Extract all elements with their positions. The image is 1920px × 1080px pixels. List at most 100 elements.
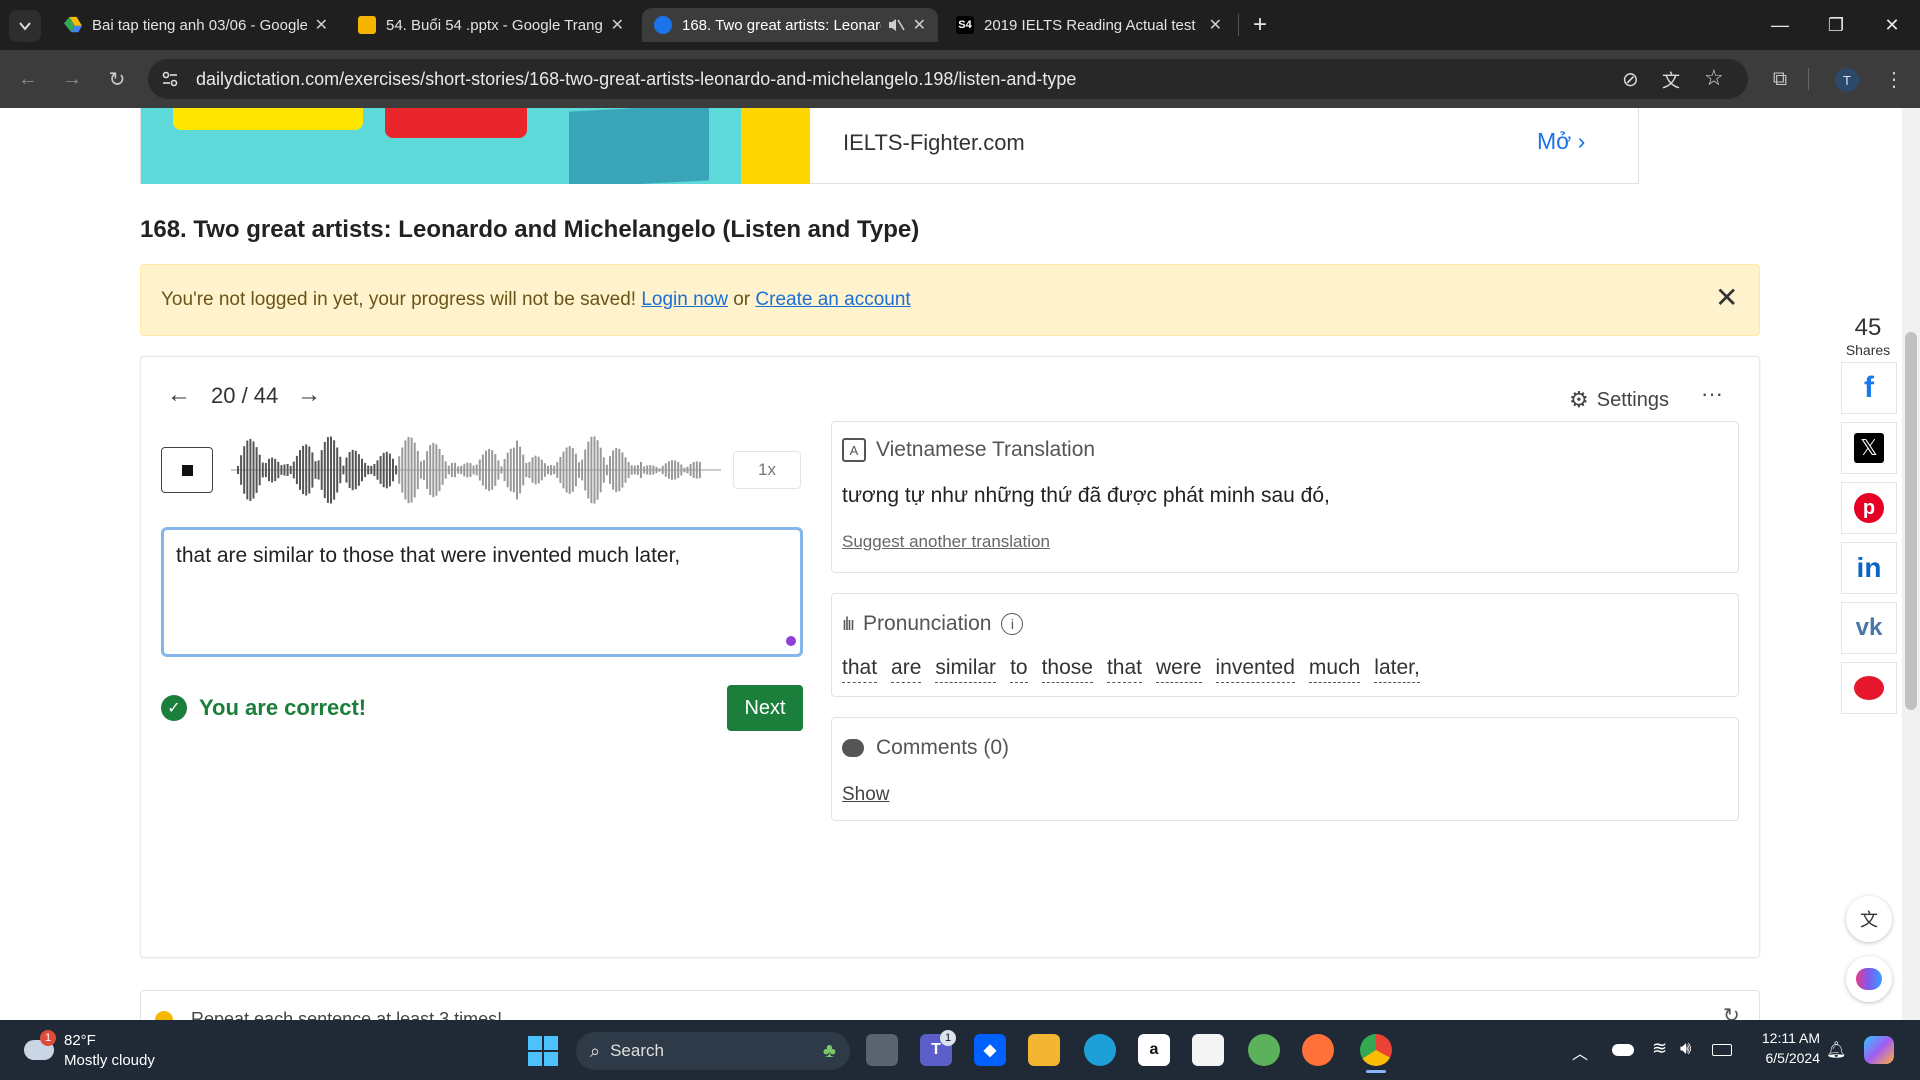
back-arrow-icon[interactable]: ←: [12, 63, 44, 95]
settings-label: Settings: [1596, 388, 1669, 411]
firefox-icon[interactable]: [1302, 1034, 1334, 1066]
minimize-icon[interactable]: —: [1752, 0, 1808, 50]
notification-bell-icon[interactable]: 🔔︎: [1826, 1040, 1846, 1060]
pron-word[interactable]: are: [891, 656, 922, 683]
pron-word[interactable]: those: [1041, 656, 1093, 683]
restore-icon[interactable]: ❐: [1808, 0, 1864, 50]
suggest-translation-link[interactable]: Suggest another translation: [842, 532, 1050, 552]
address-bar[interactable]: dailydictation.com/exercises/short-stori…: [148, 59, 1748, 99]
tab-ielts-reading[interactable]: S4 2019 IELTS Reading Actual test ✕: [944, 8, 1234, 42]
waveform-bar: [512, 447, 515, 493]
file-explorer-icon[interactable]: [1028, 1034, 1060, 1066]
audio-waveform[interactable]: [231, 430, 721, 510]
pron-word[interactable]: that: [1106, 656, 1142, 683]
tab-google-slides[interactable]: 54. Buổi 54 .pptx - Google Trang ✕: [346, 8, 636, 42]
new-tab-button[interactable]: +: [1244, 9, 1276, 41]
tab-google-drive[interactable]: Bai tap tieng anh 03/06 - Google ✕: [52, 8, 340, 42]
more-menu-icon[interactable]: ⋮: [1878, 63, 1910, 95]
ad-open-button[interactable]: Mở ›: [1537, 128, 1585, 155]
close-tab-icon[interactable]: ✕: [913, 15, 926, 35]
amazon-icon[interactable]: a: [1138, 1034, 1170, 1066]
waveform-bar: [491, 450, 494, 490]
linkedin-icon: in: [1856, 552, 1882, 583]
app-green-icon[interactable]: [1248, 1034, 1280, 1066]
dropbox-icon[interactable]: ◆: [974, 1034, 1006, 1066]
battery-icon[interactable]: [1712, 1044, 1732, 1056]
weibo-share-button[interactable]: [1841, 662, 1897, 714]
weather-widget[interactable]: 1 82°F Mostly cloudy: [20, 1028, 180, 1074]
vk-share-button[interactable]: vk: [1841, 602, 1897, 654]
stop-button[interactable]: [161, 447, 213, 493]
tab-dailydictation[interactable]: 168. Two great artists: Leonardo ✕: [642, 8, 938, 42]
brain-extension-button[interactable]: [1846, 956, 1892, 1002]
login-now-link[interactable]: Login now: [641, 289, 728, 310]
x-share-button[interactable]: 𝕏: [1841, 422, 1897, 474]
pron-word[interactable]: much: [1308, 656, 1361, 683]
waveform-bar: [621, 452, 624, 488]
profile-avatar[interactable]: T: [1835, 68, 1859, 92]
toolbar-divider: [1808, 68, 1809, 90]
more-options-icon[interactable]: ···: [1701, 381, 1723, 407]
pron-word[interactable]: that: [842, 656, 878, 683]
muted-speaker-icon[interactable]: [887, 16, 905, 34]
speed-button[interactable]: 1x: [733, 451, 801, 489]
waveform-bar: [295, 455, 298, 485]
close-window-icon[interactable]: ✕: [1864, 0, 1920, 50]
create-account-link[interactable]: Create an account: [755, 289, 910, 310]
refresh-icon[interactable]: ↻: [1723, 1003, 1740, 1020]
translation-text: tương tự như những thứ đã được phát minh…: [842, 484, 1330, 507]
extensions-icon[interactable]: ⧉: [1764, 63, 1796, 95]
waveform-bar: [280, 465, 283, 475]
scrollbar-thumb[interactable]: [1905, 332, 1917, 710]
onedrive-icon[interactable]: [1612, 1044, 1634, 1056]
ad-banner[interactable]: IELTS-Fighter.com Mở ›: [140, 108, 1639, 184]
tab-search-button[interactable]: [9, 10, 41, 42]
start-button[interactable]: [528, 1036, 558, 1066]
close-tab-icon[interactable]: ✕: [611, 15, 624, 35]
answer-textarea[interactable]: that are similar to those that were inve…: [161, 527, 803, 657]
waveform-bar: [268, 458, 270, 482]
waveform-bar: [243, 446, 246, 494]
waveform-bar: [540, 459, 543, 481]
close-tab-icon[interactable]: ✕: [315, 15, 328, 35]
waveform-bar: [342, 465, 345, 475]
bookmark-star-icon[interactable]: ☆: [1704, 65, 1724, 91]
waveform-bar: [457, 466, 460, 474]
task-view-icon[interactable]: [866, 1034, 898, 1066]
pinterest-share-button[interactable]: p: [1841, 482, 1897, 534]
reload-icon[interactable]: ↻: [101, 63, 133, 95]
store-icon[interactable]: [1192, 1034, 1224, 1066]
facebook-share-button[interactable]: f: [1841, 362, 1897, 414]
clock[interactable]: 12:11 AM 6/5/2024: [1744, 1028, 1820, 1068]
chevron-up-icon[interactable]: ︿: [1572, 1040, 1588, 1064]
next-button[interactable]: Next: [727, 685, 803, 731]
prev-arrow-icon[interactable]: ←: [167, 381, 191, 409]
pron-word[interactable]: were: [1155, 656, 1202, 683]
site-info-icon[interactable]: [160, 69, 180, 89]
chrome-icon[interactable]: [1360, 1034, 1392, 1066]
close-alert-icon[interactable]: ✕: [1715, 281, 1738, 314]
pron-word[interactable]: invented: [1215, 656, 1295, 683]
settings-button[interactable]: ⚙ Settings: [1569, 387, 1669, 413]
pron-word[interactable]: later,: [1374, 656, 1420, 683]
forward-arrow-icon[interactable]: →: [56, 63, 88, 95]
eye-off-icon[interactable]: ⊘: [1622, 67, 1639, 92]
pron-word[interactable]: similar: [935, 656, 997, 683]
show-comments-link[interactable]: Show: [842, 784, 890, 806]
pron-word[interactable]: to: [1010, 656, 1028, 683]
next-arrow-icon[interactable]: →: [297, 381, 321, 409]
waveform-bar: [500, 466, 503, 474]
copilot-icon[interactable]: [1864, 1036, 1894, 1064]
volume-icon[interactable]: 🔊︎: [1680, 1038, 1691, 1059]
gear-icon: ⚙: [1569, 387, 1589, 412]
edge-icon[interactable]: [1084, 1034, 1116, 1066]
linkedin-share-button[interactable]: in: [1841, 542, 1897, 594]
waveform-bar: [590, 436, 593, 504]
close-tab-icon[interactable]: ✕: [1209, 15, 1222, 35]
wifi-icon[interactable]: ≋: [1652, 1038, 1667, 1059]
waveform-bar: [299, 450, 301, 490]
info-icon[interactable]: i: [1001, 613, 1024, 635]
page-translate-button[interactable]: 文: [1846, 896, 1892, 942]
taskbar-search[interactable]: ⌕ Search ♣: [576, 1032, 850, 1070]
translate-icon[interactable]: 文: [1662, 67, 1680, 93]
